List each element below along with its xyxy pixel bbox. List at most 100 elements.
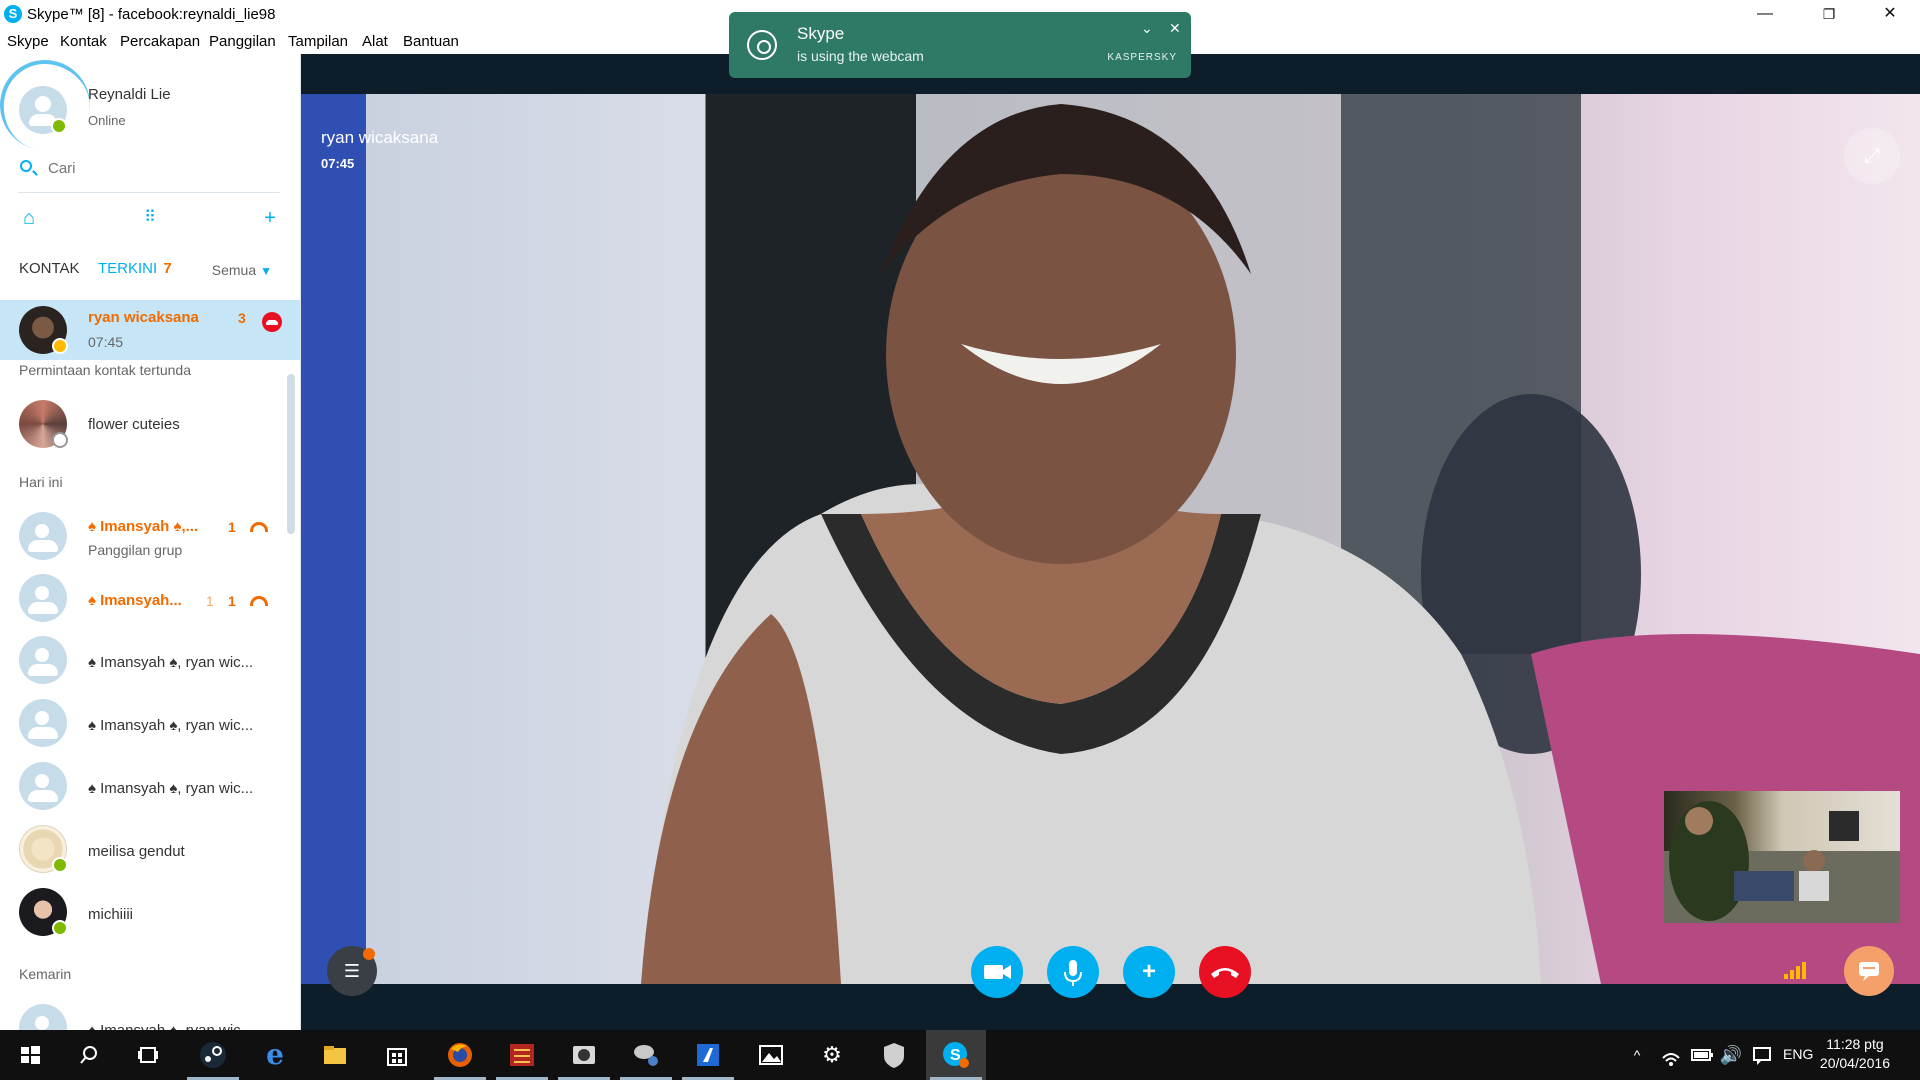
webcam-icon — [747, 30, 777, 60]
self-view-scene — [1664, 801, 1900, 923]
call-time: 07:45 — [88, 334, 124, 350]
steam-icon[interactable] — [196, 1038, 230, 1072]
menu-panggilan[interactable]: Panggilan — [209, 33, 276, 50]
group-avatar-icon — [19, 636, 67, 684]
windows-start-icon[interactable] — [13, 1038, 47, 1072]
home-icon[interactable]: ⌂ — [17, 206, 41, 230]
group-name: ♠ Imansyah ♠, ryan wic... — [88, 654, 254, 671]
chevron-up-icon[interactable]: ^ — [1620, 1038, 1654, 1072]
group-avatar-icon — [19, 699, 67, 747]
menu-kontak[interactable]: Kontak — [60, 33, 107, 50]
sidebar: Reynaldi Lie Online ⌂ ⠿ + KONTAK TERKINI… — [0, 54, 301, 1030]
online-status-icon — [52, 857, 68, 873]
fullscreen-icon[interactable]: ⤢ — [1844, 128, 1900, 184]
wifi-icon[interactable] — [1654, 1038, 1688, 1072]
menu-tampilan[interactable]: Tampilan — [288, 33, 348, 50]
clock-date: 20/04/2016 — [1819, 1055, 1890, 1071]
game-app-icon[interactable] — [505, 1038, 539, 1072]
pending-status-icon — [52, 432, 68, 448]
dialpad-icon[interactable]: ⠿ — [138, 206, 162, 230]
profile-status[interactable]: Online — [88, 113, 126, 128]
kaspersky-brand: KASPERSKY — [1107, 52, 1177, 63]
language-indicator[interactable]: ENG — [1783, 1046, 1813, 1062]
settings-gear-icon[interactable]: ⚙ — [815, 1038, 849, 1072]
unread-count: 3 — [238, 310, 246, 326]
skype-taskbar-icon[interactable]: S — [939, 1038, 973, 1072]
add-participant-button[interactable]: + — [1123, 946, 1175, 998]
clock-time: 11:28 ptg — [1826, 1036, 1884, 1052]
task-view-icon[interactable] — [131, 1038, 165, 1072]
section-yesterday: Kemarin — [19, 966, 72, 982]
group-name: ♠ Imansyah ♠, ryan wic... — [88, 780, 254, 797]
chat-bubble-icon — [1859, 962, 1879, 981]
search-input[interactable] — [48, 156, 268, 180]
online-status-icon — [52, 920, 68, 936]
a-app-icon[interactable] — [691, 1038, 725, 1072]
hang-up-icon — [1211, 968, 1239, 978]
menu-percakapan[interactable]: Percakapan — [120, 33, 200, 50]
group-avatar-icon — [19, 762, 67, 810]
group-name: ♠ Imansyah ♠, ryan wic... — [88, 717, 254, 734]
mute-button[interactable] — [1047, 946, 1099, 998]
profile-avatar[interactable] — [19, 86, 67, 134]
missed-call-icon — [262, 312, 282, 332]
conversation-item-selected[interactable]: ryan wicaksana 07:45 3 — [0, 300, 300, 360]
sidebar-scrollbar[interactable] — [287, 374, 295, 534]
app-icon[interactable] — [629, 1038, 663, 1072]
photos-icon[interactable] — [754, 1038, 788, 1072]
edge-icon[interactable]: e — [258, 1038, 292, 1072]
add-icon[interactable]: + — [258, 206, 282, 230]
call-menu-button[interactable]: ☰ — [327, 946, 377, 996]
minimize-button[interactable]: — — [1737, 0, 1793, 30]
filter-label: Semua — [211, 262, 257, 278]
group-name: ♠ Imansyah... — [88, 592, 182, 609]
media-player-icon[interactable] — [567, 1038, 601, 1072]
divider — [18, 192, 280, 193]
call-timer: 07:45 — [321, 156, 355, 171]
skype-logo-icon: S — [4, 5, 22, 23]
tab-terkini-count: 7 — [163, 260, 172, 277]
contact-name: flower cuteies — [88, 416, 180, 433]
unread-count: 1 — [228, 519, 236, 535]
group-call-label: Panggilan grup — [88, 542, 183, 558]
store-icon[interactable] — [380, 1038, 414, 1072]
taskbar: e ⚙ S ^ 🔊 ENG 11:28 ptg 20/04/2016 — [0, 1030, 1920, 1080]
webcam-notification[interactable]: Skype is using the webcam KASPERSKY ⌄ ✕ — [729, 12, 1191, 78]
search-icon — [20, 160, 32, 172]
search-box[interactable] — [18, 154, 280, 184]
signal-strength-icon — [1784, 959, 1810, 979]
profile-name[interactable]: Reynaldi Lie — [88, 86, 171, 103]
hang-up-button[interactable] — [1199, 946, 1251, 998]
search-icon[interactable] — [72, 1038, 106, 1072]
tab-terkini[interactable]: TERKINI 7 — [98, 260, 172, 277]
action-center-icon[interactable] — [1745, 1038, 1779, 1072]
video-toggle-button[interactable] — [971, 946, 1023, 998]
clock[interactable]: 11:28 ptg 20/04/2016 — [1820, 1035, 1890, 1073]
restore-button[interactable]: ❐ — [1801, 0, 1857, 30]
chat-button[interactable] — [1844, 946, 1894, 996]
file-explorer-icon[interactable] — [318, 1038, 352, 1072]
online-status-icon — [51, 118, 67, 134]
group-name: ♠ Imansyah ♠, ryan wic... — [88, 1022, 253, 1030]
video-camera-icon — [984, 965, 1011, 979]
tab-kontak[interactable]: KONTAK — [19, 260, 80, 277]
chevron-down-icon[interactable]: ⌄ — [1141, 20, 1153, 37]
group-avatar-icon — [19, 574, 67, 622]
kaspersky-icon[interactable] — [877, 1038, 911, 1072]
section-today: Hari ini — [19, 474, 63, 490]
self-view-video[interactable] — [1664, 791, 1900, 923]
menu-bantuan[interactable]: Bantuan — [403, 33, 459, 50]
menu-skype[interactable]: Skype — [7, 33, 49, 50]
close-button[interactable]: ✕ — [1862, 0, 1918, 30]
contact-tabs: KONTAK TERKINI 7 Semua ▼ — [18, 260, 280, 284]
menu-alat[interactable]: Alat — [362, 33, 388, 50]
firefox-icon[interactable] — [443, 1038, 477, 1072]
group-name: ♠ Imansyah ♠,... — [88, 518, 199, 535]
volume-icon[interactable]: 🔊 — [1714, 1038, 1748, 1072]
notification-title: Skype — [797, 24, 845, 43]
filter-dropdown[interactable]: Semua ▼ — [212, 262, 272, 278]
missed-call-icon — [250, 522, 268, 532]
section-pending: Permintaan kontak tertunda — [19, 362, 191, 378]
missed-call-icon — [250, 596, 268, 606]
close-icon[interactable]: ✕ — [1169, 20, 1181, 37]
